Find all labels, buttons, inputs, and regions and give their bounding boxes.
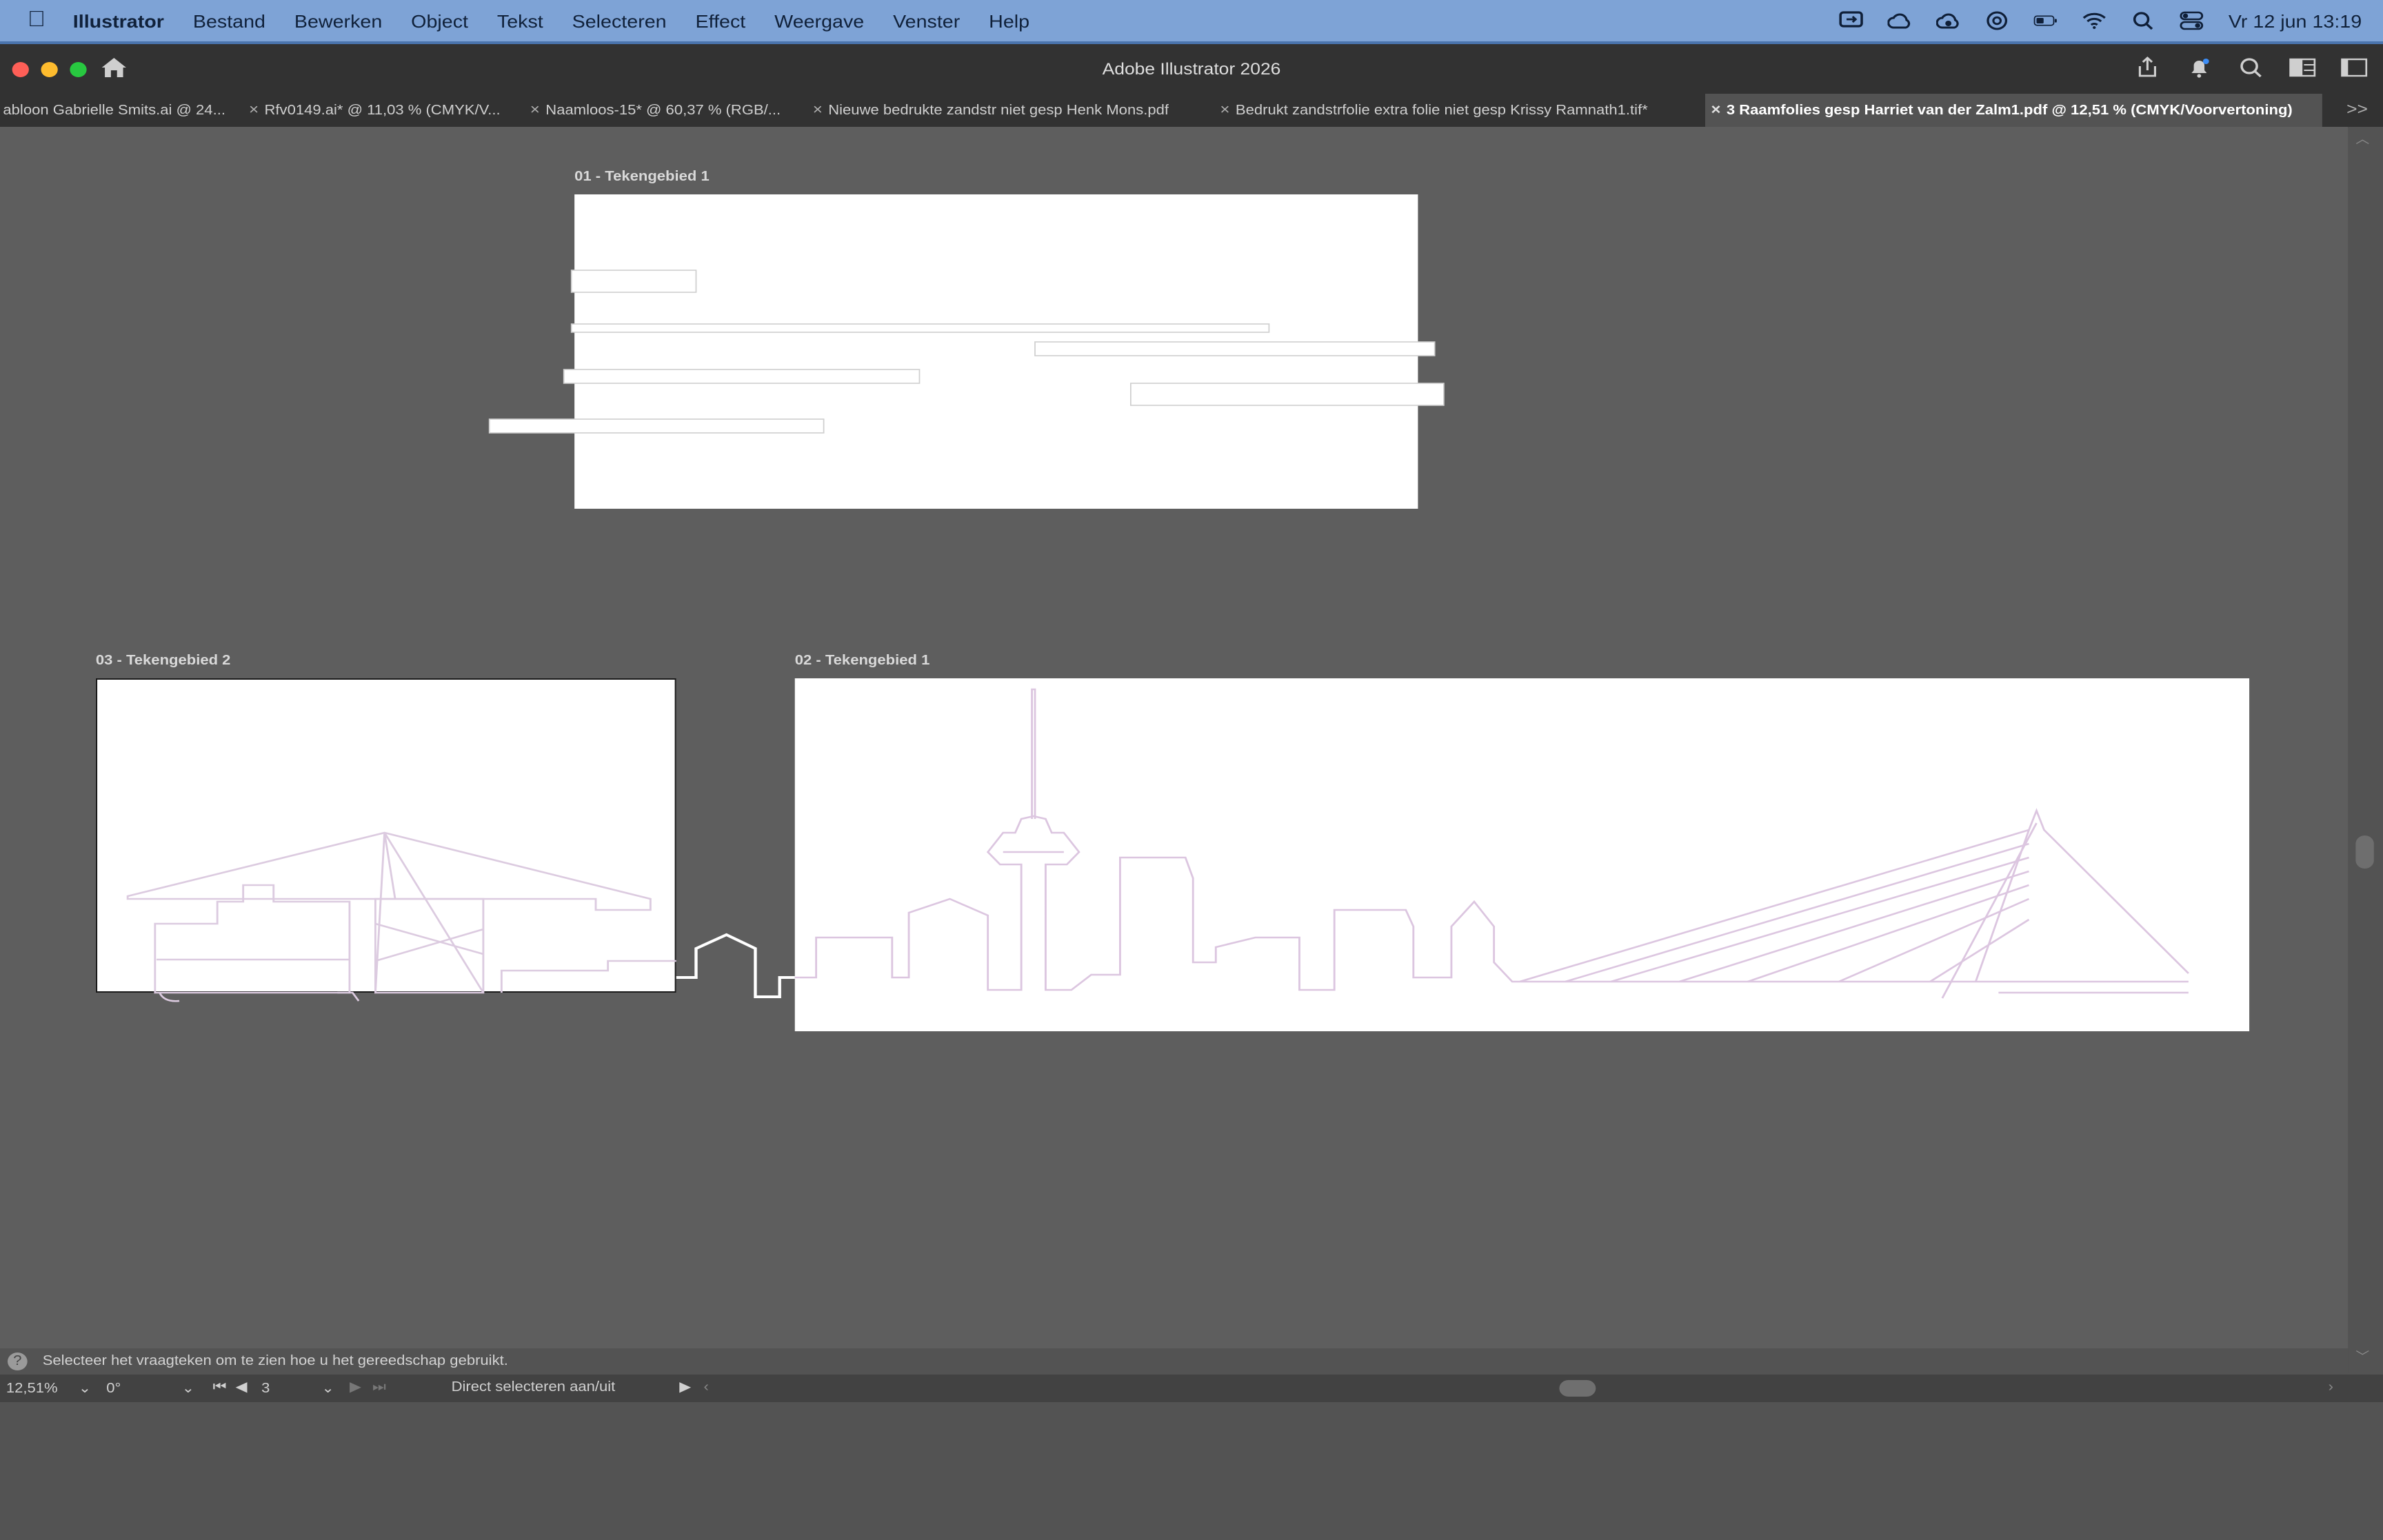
menu-tekst[interactable]: Tekst [497,10,543,31]
scroll-left-icon[interactable]: ‹ [703,1380,708,1395]
chevron-down-icon: ⌄ [321,1381,334,1396]
menu-bestand[interactable]: Bestand [193,10,265,31]
menu-bewerken[interactable]: Bewerken [294,10,382,31]
last-artboard-icon[interactable]: ⏭ [372,1380,386,1395]
horizontal-scroll-thumb[interactable] [1559,1380,1596,1397]
next-artboard-icon[interactable]: ▶ [350,1380,361,1395]
search-icon[interactable] [2237,55,2264,80]
document-tabs: abloon Gabrielle Smits.ai @ 24... × Rfv0… [0,94,2383,128]
tab-document-5[interactable]: × Bedrukt zandstrfolie extra folie niet … [1214,94,1704,127]
menu-venster[interactable]: Venster [893,10,960,31]
tab-label: abloon Gabrielle Smits.ai @ 24... [3,103,225,118]
tab-label: Rfv0149.ai* @ 11,03 % (CMYK/V... [264,103,501,118]
control-center-icon[interactable] [2180,10,2204,32]
window-title: Adobe Illustrator 2026 [1102,59,1281,79]
status-icons: Vr 12 jun 13:19 [1840,0,2362,41]
scroll-right-icon[interactable]: › [2329,1380,2333,1395]
close-tab-icon[interactable]: × [1214,102,1236,119]
more-tabs-icon[interactable]: >> [2346,99,2368,119]
app-titlebar: Adobe Illustrator 2026 [0,41,2383,94]
menu-object[interactable]: Object [411,10,468,31]
tool-hint-text: Selecteer het vraagteken om te zien hoe … [42,1353,508,1368]
tab-document-4[interactable]: × Nieuwe bedrukte zandstr niet gesp Henk… [807,94,1211,127]
tab-label: Naamloos-15* @ 60,37 % (RGB/... [545,103,781,118]
vertical-scroll-thumb[interactable] [2355,835,2374,869]
tab-label: Bedrukt zandstrfolie extra folie niet ge… [1235,103,1648,118]
menu-effect[interactable]: Effect [696,10,746,31]
wifi-icon[interactable] [2082,10,2107,32]
help-question-icon[interactable]: ? [8,1352,28,1370]
close-tab-icon[interactable]: × [524,102,545,119]
vertical-scrollbar[interactable]: ︿ ﹀ [2348,127,2383,1368]
close-tab-icon[interactable]: × [1705,102,1727,119]
notifications-bell-icon[interactable] [2185,55,2213,80]
zoom-level-select[interactable]: 12,51% ⌄ [6,1379,97,1398]
screen-sharing-icon[interactable] [1840,10,1864,32]
artboard-number-value: 3 [261,1381,270,1396]
tool-status-text: Direct selecteren aan/uit [451,1380,616,1395]
harbor-crane-drawing [126,831,676,1002]
close-tab-icon[interactable]: × [243,102,265,119]
at-sign-icon[interactable] [1985,10,2009,32]
titlebar-tools [2134,55,2368,80]
rotation-select[interactable]: 0° ⌄ [106,1379,197,1398]
status-menu-arrow-icon[interactable]: ▶ [679,1380,691,1395]
scroll-up-icon[interactable]: ︿ [2355,130,2369,148]
chevron-down-icon: ⌄ [181,1381,195,1396]
artboard-number-select[interactable]: 3 ⌄ [261,1379,337,1398]
apple-icon[interactable]:  [28,8,52,33]
menu-bar:  Illustrator Bestand Bewerken Object Te… [0,0,2383,41]
first-artboard-icon[interactable]: ⏮ [213,1380,227,1395]
panel-toggle-icon[interactable] [2340,55,2368,80]
scroll-down-icon[interactable]: ﹀ [2355,1347,2369,1365]
canvas[interactable]: 01 - Tekengebied 1 03 - Tekengebied 2 02… [0,127,2349,1348]
menu-illustrator[interactable]: Illustrator [73,10,164,31]
tab-label: 3 Raamfolies gesp Harriet van der Zalm1.… [1726,103,2293,118]
close-tab-icon[interactable]: × [807,102,828,119]
zoom-level-value: 12,51% [6,1381,58,1396]
tab-document-active[interactable]: × 3 Raamfolies gesp Harriet van der Zalm… [1705,94,2322,127]
status-bar: 12,51% ⌄ 0° ⌄ ⏮ ◀ 3 ⌄ ▶ ⏭ Direct selecte… [0,1375,2383,1402]
screen:  Illustrator Bestand Bewerken Object Te… [0,0,2383,1540]
menu-help[interactable]: Help [989,10,1029,31]
tab-document-1[interactable]: abloon Gabrielle Smits.ai @ 24... [0,94,243,127]
menu-clock[interactable]: Vr 12 jun 13:19 [2229,10,2362,31]
menu-selecteren[interactable]: Selecteren [572,10,667,31]
skyline-drawing [794,688,2189,999]
chevron-down-icon: ⌄ [78,1381,92,1396]
share-icon[interactable] [2134,55,2162,80]
tab-document-2[interactable]: × Rfv0149.ai* @ 11,03 % (CMYK/V... [243,94,527,127]
tab-document-3[interactable]: × Naamloos-15* @ 60,37 % (RGB/... [524,94,807,127]
cloud-sync-icon[interactable] [1936,10,1961,32]
workspace-switcher-icon[interactable] [2289,55,2316,80]
rotterdam-skyline-artwork [126,688,2189,1002]
spotlight-search-icon[interactable] [2131,10,2155,32]
previous-artboard-icon[interactable]: ◀ [236,1380,248,1395]
rotation-value: 0° [106,1381,121,1396]
tool-hint-bar: ? Selecteer het vraagteken om te zien ho… [0,1348,2349,1373]
menu-weergave[interactable]: Weergave [774,10,864,31]
battery-icon[interactable] [2034,10,2058,32]
tab-label: Nieuwe bedrukte zandstr niet gesp Henk M… [828,103,1169,118]
connector-outline [676,933,795,998]
creative-cloud-icon[interactable] [1888,10,1912,32]
